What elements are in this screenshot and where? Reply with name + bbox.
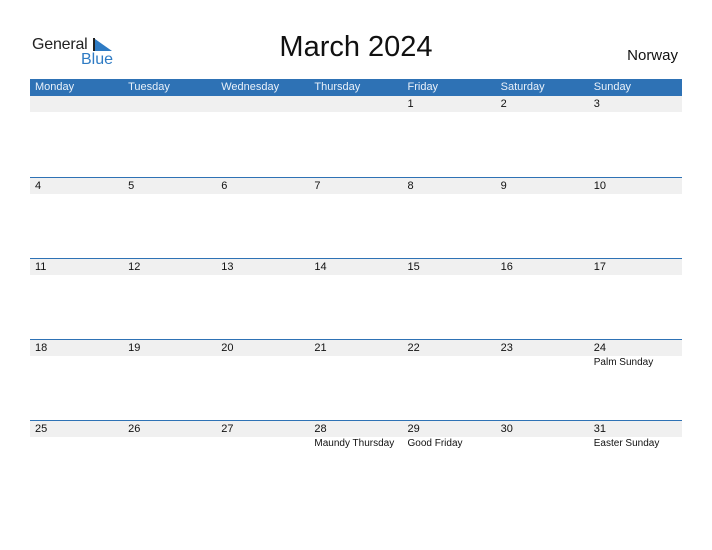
day-number: 17 xyxy=(593,261,606,273)
holiday-label xyxy=(123,437,216,451)
holiday-label xyxy=(309,356,402,370)
week-row: 18 19 20 21 22 23 24 Palm Sunday xyxy=(30,339,682,421)
holiday-label: Maundy Thursday xyxy=(314,438,395,449)
weekday-tuesday: Tuesday xyxy=(128,81,170,93)
day-number: 19 xyxy=(128,342,141,354)
weekday-thursday: Thursday xyxy=(314,81,361,93)
day-number: 14 xyxy=(314,261,327,273)
day-number: 29 xyxy=(407,423,420,435)
day-number: 27 xyxy=(221,423,234,435)
holiday-label xyxy=(30,356,123,370)
day-number: 16 xyxy=(500,261,513,273)
day-number: 15 xyxy=(407,261,420,273)
day-number: 21 xyxy=(314,342,327,354)
day-number: 10 xyxy=(593,180,606,192)
day-number: 26 xyxy=(128,423,141,435)
holiday-label xyxy=(216,356,309,370)
holiday-label xyxy=(496,437,589,451)
day-number-row: 11 12 13 14 15 16 17 xyxy=(30,259,682,275)
week-row: 25 26 27 28 29 30 31 Maundy Thursday Good Friday… xyxy=(30,420,682,502)
day-number xyxy=(123,96,216,112)
day-number: 2 xyxy=(500,98,507,110)
day-number: 6 xyxy=(221,180,228,192)
day-number-row: 1 2 3 xyxy=(30,96,682,112)
weekday-friday: Friday xyxy=(407,81,439,93)
holiday-label xyxy=(216,437,309,451)
holiday-label xyxy=(403,356,496,370)
calendar-title: March 2024 xyxy=(279,31,433,63)
day-number: 13 xyxy=(221,261,234,273)
holiday-label: Easter Sunday xyxy=(593,438,660,449)
day-number xyxy=(216,96,309,112)
holiday-label: Good Friday xyxy=(407,438,463,449)
day-number: 23 xyxy=(500,342,513,354)
day-number: 9 xyxy=(500,180,507,192)
day-number: 12 xyxy=(128,261,141,273)
week-row: 4 5 6 7 8 9 10 xyxy=(30,177,682,259)
day-number: 8 xyxy=(407,180,414,192)
day-number-row: 25 26 27 28 29 30 31 xyxy=(30,421,682,437)
day-number: 4 xyxy=(35,180,42,192)
day-number xyxy=(309,96,402,112)
day-number: 3 xyxy=(593,98,600,110)
day-number: 28 xyxy=(314,423,327,435)
events-row: Maundy Thursday Good Friday Easter Sunday xyxy=(30,437,682,451)
weekday-monday: Monday xyxy=(35,81,75,93)
day-number: 18 xyxy=(35,342,48,354)
day-number: 31 xyxy=(593,423,606,435)
holiday-label xyxy=(123,356,216,370)
day-number: 22 xyxy=(407,342,420,354)
weekday-wednesday: Wednesday xyxy=(221,81,280,93)
day-number: 24 xyxy=(593,342,606,354)
holiday-label xyxy=(30,437,123,451)
holiday-label: Palm Sunday xyxy=(593,357,654,368)
weekday-saturday: Saturday xyxy=(500,81,545,93)
day-number-row: 4 5 6 7 8 9 10 xyxy=(30,178,682,194)
holiday-label xyxy=(496,356,589,370)
day-number: 1 xyxy=(407,98,414,110)
day-number: 11 xyxy=(35,261,47,273)
week-row: 11 12 13 14 15 16 17 xyxy=(30,258,682,340)
weekday-sunday: Sunday xyxy=(593,81,632,93)
day-number: 5 xyxy=(128,180,135,192)
day-number-row: 18 19 20 21 22 23 24 xyxy=(30,340,682,356)
day-number: 30 xyxy=(500,423,513,435)
week-row: 1 2 3 xyxy=(30,96,682,177)
country-label: Norway xyxy=(627,47,678,64)
day-number xyxy=(30,96,123,112)
weekday-header: Monday Tuesday Wednesday Thursday Friday… xyxy=(30,79,682,96)
day-number: 25 xyxy=(35,423,48,435)
day-number: 20 xyxy=(221,342,234,354)
events-row: Palm Sunday xyxy=(30,356,682,370)
day-number: 7 xyxy=(314,180,321,192)
